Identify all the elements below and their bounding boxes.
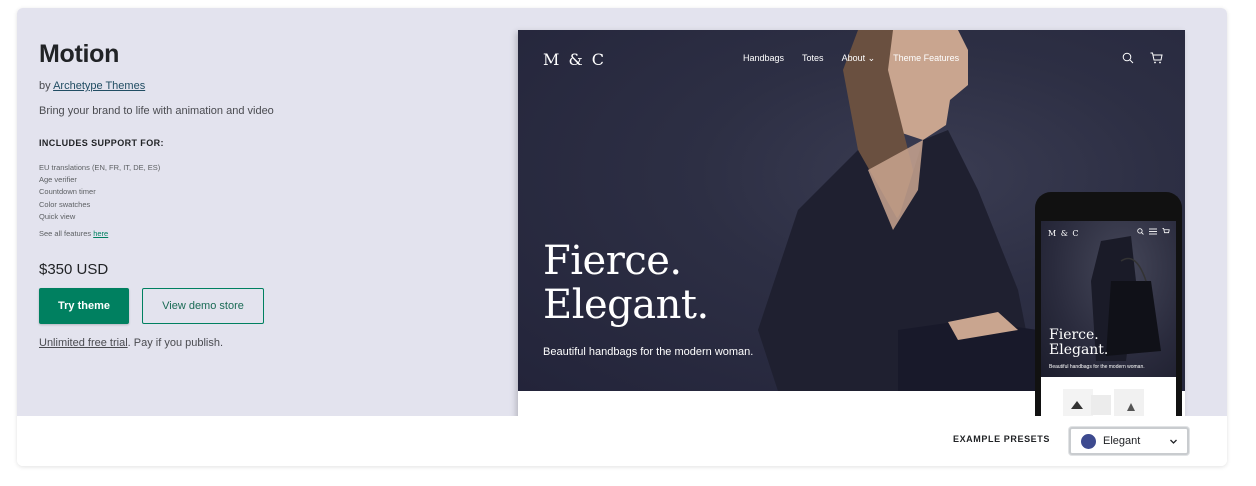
nav-item-handbags[interactable]: Handbags — [743, 53, 784, 64]
chevron-down-icon: ⌄ — [867, 53, 876, 63]
mobile-headline: Fierce. Elegant. — [1049, 328, 1108, 358]
action-buttons: Try theme View demo store — [39, 288, 499, 325]
author-prefix: by — [39, 80, 54, 92]
see-all-prefix: See all features — [39, 229, 94, 239]
mobile-headline-line-2: Elegant. — [1049, 342, 1109, 358]
feature-item: Countdown timer — [39, 187, 96, 197]
desktop-header-icons — [1122, 52, 1163, 64]
desktop-nav: Handbags Totes About ⌄ Theme Features — [743, 53, 959, 64]
theme-info: Motion by Archetype Themes Bring your br… — [39, 40, 499, 349]
theme-title: Motion — [39, 40, 120, 68]
mobile-preview: M & C Fierce. Elegant. Beautiful handbag… — [1035, 192, 1182, 436]
feature-item: EU translations (EN, FR, IT, DE, ES) — [39, 163, 161, 172]
mobile-headline-line-1: Fierce. — [1049, 327, 1099, 343]
view-demo-store-button[interactable]: View demo store — [142, 288, 264, 325]
presets-label: EXAMPLE PRESETS — [952, 434, 1050, 444]
mobile-header-icons — [1137, 228, 1170, 235]
nav-item-theme-features[interactable]: Theme Features — [893, 53, 959, 64]
cart-icon[interactable] — [1150, 52, 1163, 64]
see-all-features: See all features here — [39, 229, 499, 238]
feature-item: Color swatches — [39, 199, 91, 209]
theme-card: Motion by Archetype Themes Bring your br… — [17, 8, 1227, 466]
preset-color-swatch — [1081, 433, 1096, 449]
nav-item-totes[interactable]: Totes — [802, 53, 824, 64]
theme-description: Bring your brand to life with animation … — [39, 105, 274, 117]
mobile-screen: M & C Fierce. Elegant. Beautiful handbag… — [1041, 221, 1176, 436]
desktop-logo: M & C — [543, 50, 607, 69]
try-theme-button[interactable]: Try theme — [39, 288, 129, 325]
mobile-logo: M & C — [1048, 229, 1080, 238]
theme-hero: Motion by Archetype Themes Bring your br… — [17, 8, 1227, 436]
author-link[interactable]: Archetype Themes — [53, 80, 145, 92]
feature-item: Quick view — [39, 211, 76, 221]
model-figure — [758, 30, 1048, 391]
nav-item-about[interactable]: About ⌄ — [842, 53, 876, 64]
desktop-headline: Fierce. Elegant. — [543, 239, 709, 327]
mobile-hero-image: M & C Fierce. Elegant. Beautiful handbag… — [1041, 221, 1176, 377]
feature-list: EU translations (EN, FR, IT, DE, ES) Age… — [39, 162, 499, 223]
includes-heading: INCLUDES SUPPORT FOR: — [39, 138, 164, 148]
headline-line-1: Fierce. — [543, 238, 682, 284]
theme-author-line: by Archetype Themes — [39, 80, 499, 92]
search-icon[interactable] — [1137, 228, 1144, 235]
headline-line-2: Elegant. — [543, 282, 709, 328]
trial-suffix: . Pay if you publish. — [127, 337, 224, 350]
search-icon[interactable] — [1122, 52, 1134, 64]
presets-footer: EXAMPLE PRESETS Elegant — [17, 416, 1227, 466]
cart-icon[interactable] — [1162, 228, 1170, 235]
mobile-product-thumbnails — [1063, 389, 1144, 419]
chevron-down-icon — [1170, 439, 1177, 444]
desktop-subtext: Beautiful handbags for the modern woman. — [543, 346, 754, 358]
unlimited-trial-link[interactable]: Unlimited free trial — [39, 337, 128, 349]
feature-item: Age verifier — [39, 175, 77, 185]
theme-price: $350 USD — [39, 261, 109, 279]
trial-note: Unlimited free trial. Pay if you publish… — [39, 337, 499, 349]
mobile-subtext: Beautiful handbags for the modern woman. — [1049, 364, 1145, 370]
preset-selected-value: Elegant — [1103, 435, 1141, 447]
menu-icon[interactable] — [1149, 228, 1157, 235]
nav-about-label: About — [841, 53, 866, 63]
preset-dropdown[interactable]: Elegant — [1069, 427, 1189, 455]
see-all-link[interactable]: here — [93, 229, 108, 238]
